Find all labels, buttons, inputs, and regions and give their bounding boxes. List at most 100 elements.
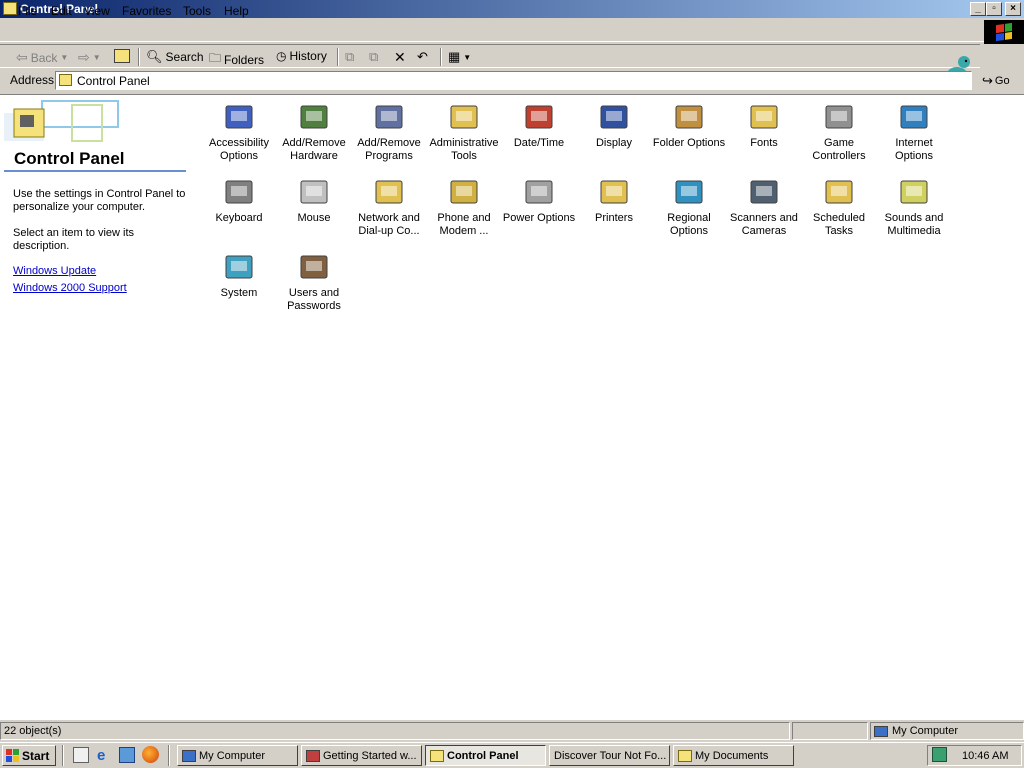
- control-panel-item[interactable]: Administrative Tools: [427, 101, 501, 163]
- control-panel-item[interactable]: Network and Dial-up Co...: [352, 176, 426, 238]
- windows-logo-icon: [6, 749, 19, 762]
- menu-bar: [0, 20, 1024, 42]
- start-button[interactable]: Start: [2, 745, 56, 766]
- control-panel-item[interactable]: Scanners and Cameras: [727, 176, 801, 238]
- menu-file[interactable]: File: [18, 4, 37, 18]
- copy-to-button[interactable]: ⧉: [369, 49, 378, 65]
- control-panel-item[interactable]: Power Options: [502, 176, 576, 225]
- regional-globe-icon: [673, 176, 705, 208]
- up-folder-icon: [114, 49, 130, 63]
- menu-edit[interactable]: Edit: [51, 4, 72, 18]
- phone-icon: [448, 176, 480, 208]
- keyboard-icon: [223, 176, 255, 208]
- back-button[interactable]: ⇦ Back ▼: [16, 49, 68, 66]
- menu-view[interactable]: View: [84, 4, 110, 18]
- internet-explorer-icon[interactable]: e: [97, 747, 105, 764]
- item-label: Accessibility Options: [209, 137, 269, 162]
- show-desktop-icon[interactable]: [73, 747, 89, 763]
- control-panel-item[interactable]: Accessibility Options: [202, 101, 276, 163]
- move-to-button[interactable]: ⧉: [345, 49, 354, 65]
- taskbar-my-computer[interactable]: My Computer: [177, 745, 298, 766]
- control-panel-item[interactable]: Phone and Modem ...: [427, 176, 501, 238]
- scheduled-tasks-icon: [823, 176, 855, 208]
- folders-button[interactable]: 🗀 Folders: [209, 49, 264, 70]
- taskbar-my-documents[interactable]: My Documents: [673, 745, 794, 766]
- network-tray-icon[interactable]: [932, 747, 947, 762]
- control-panel-item[interactable]: Folder Options: [652, 101, 726, 150]
- address-input[interactable]: [55, 71, 972, 90]
- taskbar-button-label: My Computer: [199, 749, 266, 762]
- control-panel-item[interactable]: Users and Passwords: [277, 251, 351, 313]
- up-folder-button[interactable]: [114, 49, 130, 63]
- item-label: Sounds and Multimedia: [884, 212, 944, 237]
- dropdown-arrow-icon: ▼: [92, 53, 101, 62]
- firefox-icon[interactable]: [142, 746, 159, 763]
- windows-update-link[interactable]: Windows Update: [13, 265, 188, 278]
- fonts-icon: [748, 101, 780, 133]
- control-panel-item[interactable]: Mouse: [277, 176, 351, 225]
- control-panel-item[interactable]: Display: [577, 101, 651, 150]
- item-label: System: [220, 287, 258, 299]
- control-panel-item[interactable]: Sounds and Multimedia: [877, 176, 951, 238]
- control-panel-item[interactable]: System: [202, 251, 276, 300]
- item-label: Keyboard: [215, 212, 263, 224]
- history-button[interactable]: ◷ History: [276, 49, 327, 63]
- views-button[interactable]: ▦ ▼: [448, 49, 471, 65]
- control-panel-item[interactable]: Add/Remove Programs: [352, 101, 426, 163]
- views-grid-icon: ▦: [448, 49, 461, 64]
- forward-button[interactable]: ⇨ ▼: [78, 49, 101, 66]
- control-panel-item[interactable]: Regional Options: [652, 176, 726, 238]
- left-pane-description: Use the settings in Control Panel to per…: [13, 188, 186, 213]
- outlook-express-icon[interactable]: [119, 747, 135, 763]
- control-panel-item[interactable]: Game Controllers: [802, 101, 876, 163]
- taskbar-button-label: My Documents: [695, 749, 769, 762]
- item-label: Phone and Modem ...: [437, 212, 491, 237]
- menu-favorites[interactable]: Favorites: [122, 4, 171, 18]
- item-label: Fonts: [750, 137, 778, 149]
- item-label: Power Options: [502, 212, 576, 224]
- forward-arrow-icon: ⇨: [78, 49, 90, 65]
- delete-button[interactable]: ✕: [394, 49, 406, 66]
- undo-button[interactable]: ↶: [417, 49, 428, 65]
- toolbar-separator: [337, 48, 339, 66]
- title-underline: [4, 170, 186, 172]
- menu-tools[interactable]: Tools: [183, 4, 211, 18]
- status-cell-empty: [792, 722, 868, 740]
- go-arrow-icon: ↪: [982, 73, 993, 88]
- item-label: Regional Options: [667, 212, 711, 237]
- copy-to-icon: ⧉: [369, 49, 379, 64]
- dropdown-arrow-icon: ▼: [463, 52, 472, 62]
- taskbar-discover-tour[interactable]: Discover Tour Not Fo...: [549, 745, 670, 766]
- users-icon: [298, 251, 330, 283]
- item-label: Network and Dial-up Co...: [358, 212, 420, 237]
- item-label: Display: [595, 137, 633, 149]
- taskbar-button-label: Discover Tour Not Fo...: [554, 749, 667, 762]
- control-panel-item[interactable]: Internet Options: [877, 101, 951, 163]
- control-panel-item[interactable]: Printers: [577, 176, 651, 225]
- taskbar-separator: [168, 745, 170, 766]
- windows-2000-support-link[interactable]: Windows 2000 Support: [13, 282, 188, 295]
- control-panel-item[interactable]: Add/Remove Hardware: [277, 101, 351, 163]
- joystick-icon: [823, 101, 855, 133]
- minimize-button[interactable]: _: [970, 2, 986, 16]
- control-panel-item[interactable]: Keyboard: [202, 176, 276, 225]
- search-button[interactable]: 🔍︎ Search: [146, 49, 204, 65]
- accessibility-icon: [223, 101, 255, 133]
- control-panel-item[interactable]: Fonts: [727, 101, 801, 150]
- printer-icon: [598, 176, 630, 208]
- back-arrow-icon: ⇦: [16, 49, 28, 65]
- computer-icon: [874, 725, 888, 737]
- control-panel-item[interactable]: Scheduled Tasks: [802, 176, 876, 238]
- item-label: Add/Remove Programs: [357, 137, 421, 162]
- zone-cell: My Computer: [870, 722, 1024, 740]
- globe-icon: [898, 101, 930, 133]
- control-panel-item[interactable]: Date/Time: [502, 101, 576, 150]
- close-button[interactable]: ×: [1005, 2, 1021, 16]
- maximize-button[interactable]: ▫: [986, 2, 1002, 16]
- go-button[interactable]: ↪ Go: [982, 73, 1010, 89]
- clock[interactable]: 10:46 AM: [962, 750, 1008, 762]
- menu-help[interactable]: Help: [224, 4, 249, 18]
- taskbar-control-panel[interactable]: Control Panel: [425, 745, 546, 766]
- taskbar-getting-started[interactable]: Getting Started w...: [301, 745, 422, 766]
- programs-icon: [373, 101, 405, 133]
